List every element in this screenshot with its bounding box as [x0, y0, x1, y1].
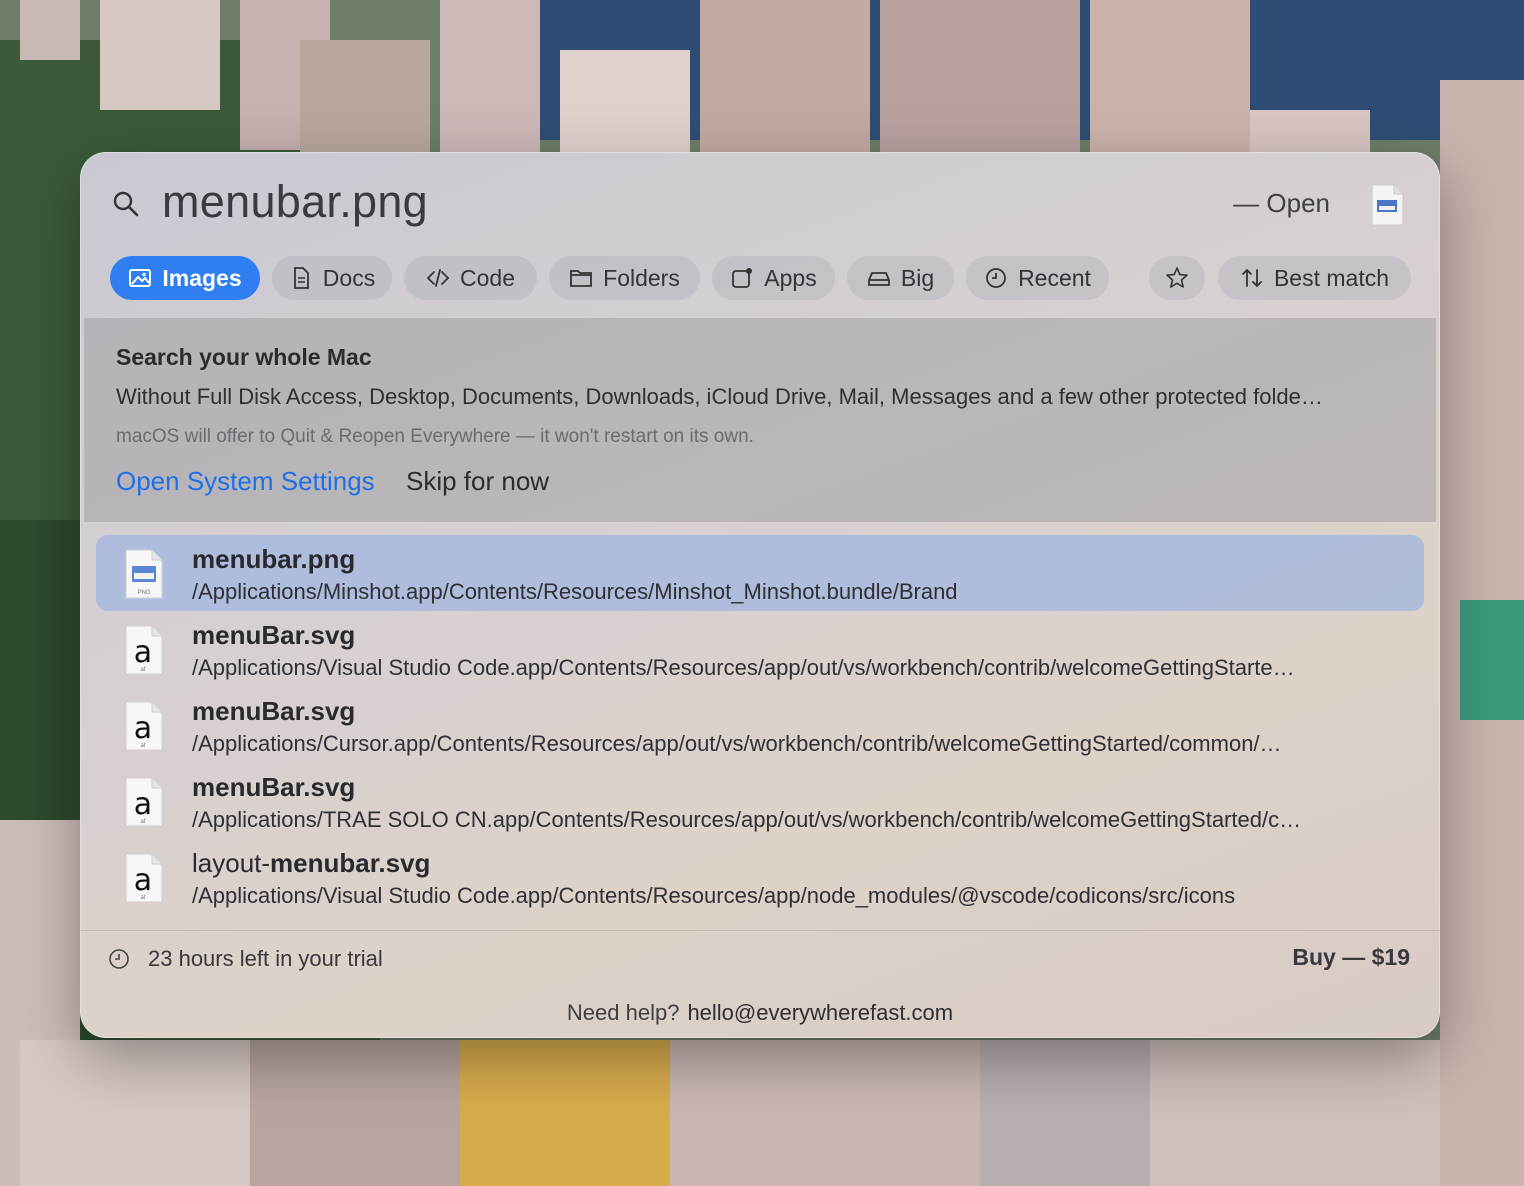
svg-text:a: a [134, 787, 152, 822]
building [460, 1040, 670, 1186]
building [250, 1040, 460, 1186]
result-row[interactable]: a af layout-menubar.svg /Applications/Vi… [96, 839, 1424, 915]
footer: 23 hours left in your trial Buy — $19 Ne… [80, 930, 1440, 1038]
open-hint[interactable]: — Open [1233, 188, 1330, 219]
icon-badge: af [140, 895, 145, 901]
filter-folders[interactable]: Folders [549, 256, 700, 300]
result-path: /Applications/Visual Studio Code.app/Con… [192, 883, 1236, 908]
result-row[interactable]: a af menuBar.svg /Applications/Cursor.ap… [96, 687, 1424, 763]
sort-label: Best match [1273, 264, 1390, 291]
result-name: menubar.png [192, 544, 355, 575]
result-path: /Applications/Visual Studio Code.app/Con… [192, 655, 1295, 680]
building [880, 0, 1080, 152]
result-name: menuBar.svg [192, 696, 355, 727]
code-icon [426, 269, 450, 287]
filter-bar: Images Docs Code Folders Apps Big Recent [110, 256, 1420, 300]
buy-button[interactable]: Buy — $19 [1292, 944, 1410, 971]
drive-icon [867, 272, 890, 286]
search-icon [113, 191, 139, 217]
filter-label: Code [460, 264, 515, 291]
font-file-icon: a af [125, 853, 163, 903]
result-row[interactable]: a af menuBar.svg /Applications/Visual St… [96, 611, 1424, 687]
result-path: /Applications/Cursor.app/Contents/Resour… [192, 731, 1282, 756]
favorites-button[interactable] [1149, 256, 1205, 300]
full-disk-access-notice: Search your whole Mac Without Full Disk … [84, 318, 1436, 522]
name-prefix: layout- [192, 848, 271, 878]
result-path: /Applications/Minshot.app/Contents/Resou… [192, 579, 958, 604]
name-match: menuBar.svg [192, 696, 356, 726]
skip-for-now-button[interactable]: Skip for now [406, 466, 549, 497]
filter-label: Images [162, 264, 242, 291]
search-panel: menubar.png — Open Images Docs Code Fold… [80, 152, 1440, 1038]
building [1460, 600, 1524, 720]
building [1250, 110, 1370, 152]
icon-badge: PNG [137, 590, 150, 596]
building [700, 0, 870, 152]
help-line: Need help? hello@everywherefast.com [80, 1000, 1440, 1026]
building [20, 0, 80, 60]
building [670, 1040, 980, 1186]
filter-recent[interactable]: Recent [966, 256, 1109, 300]
help-email-link[interactable]: hello@everywherefast.com [687, 1000, 953, 1025]
name-match: menubar.png [192, 544, 356, 574]
filter-big[interactable]: Big [847, 256, 954, 300]
notice-subtext: macOS will offer to Quit & Reopen Everyw… [116, 426, 754, 447]
svg-text:a: a [134, 711, 152, 746]
folder-icon [570, 270, 593, 287]
png-file-icon[interactable] [1370, 184, 1404, 226]
name-match: menuBar.svg [192, 620, 356, 650]
font-file-icon: a af [125, 777, 163, 827]
font-file-icon: a af [125, 701, 163, 751]
app-icon [732, 268, 753, 288]
result-path: /Applications/TRAE SOLO CN.app/Contents/… [192, 807, 1302, 832]
building [300, 40, 430, 152]
filter-label: Docs [322, 264, 376, 291]
result-name: layout-menubar.svg [192, 848, 430, 879]
svg-text:a: a [134, 863, 152, 898]
building [100, 0, 220, 110]
search-bar: menubar.png — Open [80, 152, 1440, 252]
result-row[interactable]: PNG menubar.png /Applications/Minshot.ap… [96, 535, 1424, 611]
filter-apps[interactable]: Apps [712, 256, 835, 300]
filter-docs[interactable]: Docs [272, 256, 392, 300]
filter-label: Folders [603, 264, 680, 291]
icon-badge: af [140, 743, 145, 749]
filter-label: Recent [1018, 264, 1091, 291]
clock-icon [986, 268, 1006, 288]
filter-code[interactable]: Code [404, 256, 537, 300]
help-label: Need help? [566, 1000, 680, 1025]
building [560, 50, 690, 152]
name-match: menuBar.svg [192, 772, 356, 802]
notice-title: Search your whole Mac [116, 344, 372, 370]
result-name: menuBar.svg [192, 772, 355, 803]
building [980, 1040, 1150, 1186]
results-list: PNG menubar.png /Applications/Minshot.ap… [96, 535, 1424, 915]
icon-badge: af [140, 667, 145, 673]
open-system-settings-link[interactable]: Open System Settings [116, 466, 375, 497]
doc-icon [293, 267, 309, 289]
name-match: menubar.svg [270, 848, 431, 878]
filter-images[interactable]: Images [110, 256, 260, 300]
svg-text:a: a [134, 635, 152, 670]
search-input[interactable]: menubar.png [162, 176, 428, 228]
building [1090, 0, 1250, 152]
filter-label: Apps [764, 264, 817, 291]
building [1150, 1040, 1440, 1186]
star-icon [1166, 267, 1188, 288]
sort-icon [1242, 268, 1262, 288]
building [20, 1040, 250, 1186]
icon-badge: af [140, 819, 145, 825]
result-row[interactable]: a af menuBar.svg /Applications/TRAE SOLO… [96, 763, 1424, 839]
sort-button[interactable]: Best match [1218, 256, 1411, 300]
png-file-icon: PNG [125, 549, 163, 599]
filter-label: Big [900, 264, 935, 291]
footer-divider [80, 930, 1440, 931]
building [440, 0, 540, 152]
image-icon [129, 269, 152, 287]
notice-body: Without Full Disk Access, Desktop, Docum… [116, 384, 1323, 409]
font-file-icon: a af [125, 625, 163, 675]
trial-status: 23 hours left in your trial [148, 946, 383, 971]
clock-icon [109, 949, 129, 969]
result-name: menuBar.svg [192, 620, 355, 651]
